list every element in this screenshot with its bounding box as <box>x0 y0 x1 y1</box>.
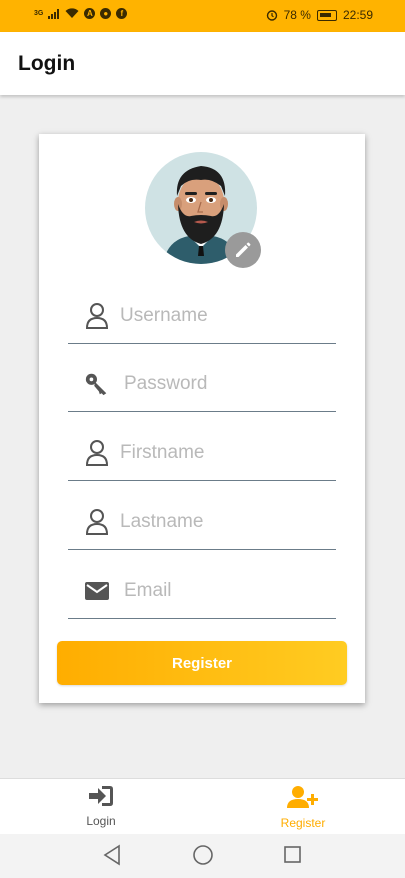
edit-avatar-button[interactable] <box>225 232 261 268</box>
lastname-field <box>68 500 336 550</box>
page-title: Login <box>18 52 76 75</box>
email-field <box>68 569 336 619</box>
person-icon <box>84 302 110 330</box>
facebook-icon: f <box>116 8 128 19</box>
recents-icon[interactable] <box>283 844 303 866</box>
signal-icon <box>48 8 60 19</box>
firstname-input[interactable] <box>120 440 325 466</box>
nav-label-login: Login <box>86 814 116 828</box>
alarm-icon <box>266 10 277 21</box>
network-type: 3G <box>34 10 44 17</box>
password-input[interactable] <box>124 371 329 397</box>
home-icon[interactable] <box>192 844 214 866</box>
person-icon <box>84 439 110 467</box>
username-field <box>68 294 336 344</box>
firstname-field <box>68 431 336 481</box>
username-input[interactable] <box>120 303 325 329</box>
key-icon <box>84 370 110 398</box>
avatar-container <box>145 152 261 268</box>
bottom-navigation: Login Register <box>0 778 405 834</box>
wifi-icon <box>65 8 79 18</box>
app-bar: Login <box>0 32 405 95</box>
back-icon[interactable] <box>102 844 122 866</box>
notification-icon: ● <box>100 8 112 19</box>
status-bar: 3G A ● f 78 % 22:59 <box>0 0 405 32</box>
nav-item-register[interactable]: Register <box>253 785 353 830</box>
clock: 22:59 <box>342 8 373 22</box>
nav-label-register: Register <box>280 816 326 830</box>
battery-icon <box>316 9 337 21</box>
system-navigation-bar <box>0 834 405 878</box>
register-button[interactable]: Register <box>57 641 347 685</box>
register-card: Register <box>39 134 365 703</box>
person-icon <box>84 508 110 536</box>
email-input[interactable] <box>124 578 329 604</box>
battery-percent: 78 % <box>283 8 311 22</box>
app-notification-icon: A <box>84 8 96 19</box>
login-icon <box>89 786 113 806</box>
pencil-icon <box>236 242 251 257</box>
mail-icon <box>84 577 110 605</box>
password-field <box>68 362 336 412</box>
lastname-input[interactable] <box>120 509 325 535</box>
nav-item-login[interactable]: Login <box>51 785 151 828</box>
add-user-icon <box>287 786 318 808</box>
